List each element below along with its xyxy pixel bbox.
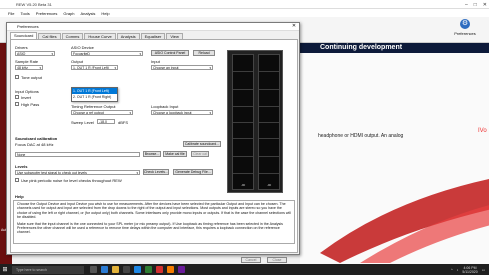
output-label: Output xyxy=(71,59,84,64)
make-cal-file-button[interactable]: Make cal file xyxy=(163,151,187,157)
sample-rate-select[interactable]: 48 kHz ▾ xyxy=(15,65,43,70)
dialog-titlebar: Preferences xyxy=(7,23,299,31)
menu-graph[interactable]: Graph xyxy=(63,11,74,16)
file-explorer-icon[interactable] xyxy=(112,266,119,273)
menu-preferences[interactable]: Preferences xyxy=(36,11,58,16)
clock-date: 5/11/2020 xyxy=(462,269,478,274)
app-titlebar: REW V5.20 Beta 31 – □ ✕ xyxy=(0,0,489,9)
invert-checkbox[interactable] xyxy=(15,95,19,99)
meter-left-value: -90 xyxy=(240,183,246,187)
cancel-button[interactable]: Cancel xyxy=(241,257,261,263)
background-browser: Continuing development headphone or HDMI… xyxy=(300,43,489,264)
menu-tools[interactable]: Tools xyxy=(20,11,29,16)
tab-soundcard[interactable]: Soundcard xyxy=(10,32,38,39)
wallpaper-swoosh xyxy=(320,178,489,263)
generate-debug-file-button[interactable]: Generate Debug File... xyxy=(173,169,213,175)
input-label: Input xyxy=(151,59,160,64)
help-text: Choose the Output Device and Input Devic… xyxy=(13,200,295,244)
soundcard-pane: Drivers ASIO ▾ ASIO Device FocusriteD ▾ AS… xyxy=(10,39,298,263)
high-pass-label: High Pass xyxy=(21,102,40,107)
background-text: headphone or HDMI output. An analog xyxy=(318,133,404,139)
output-select[interactable]: 1. OUT 1 R (Front Left) ▾ xyxy=(71,65,118,70)
output-dropdown-list: 1. OUT 1 R (Front Left) 2. OUT 1 R (Fron… xyxy=(71,87,118,102)
notification-icon[interactable]: ▭ xyxy=(482,268,485,272)
timing-ref-label: Timing Reference Output xyxy=(71,104,116,109)
window-controls: – □ ✕ xyxy=(465,0,487,9)
invert-label: Invert xyxy=(21,95,32,100)
help-paragraph-1: Choose the Output Device and Input Devic… xyxy=(17,202,291,220)
loopback-select[interactable]: Choose a loopback input ▾ xyxy=(151,110,213,115)
high-pass-checkbox[interactable] xyxy=(15,102,19,106)
asio-control-panel-button[interactable]: ASIO Control Panel xyxy=(151,50,189,56)
check-levels-button[interactable]: Check Levels... xyxy=(143,169,169,175)
sweep-level-unit: dBFS xyxy=(118,120,129,125)
preferences-toolbar-button[interactable]: ⚙ Preferences xyxy=(448,19,482,36)
meter-right-value: -90 xyxy=(266,183,272,187)
cal-file-field[interactable]: None xyxy=(15,152,140,157)
meter-right: -90 xyxy=(258,54,280,190)
drivers-select[interactable]: ASIO ▾ xyxy=(15,51,55,56)
menu-help[interactable]: Help xyxy=(101,11,109,16)
taskbar: ⊞ Type here to search ^ ♪ 4:06 PM 5/11/2… xyxy=(0,264,489,275)
store-icon[interactable] xyxy=(123,266,130,273)
help-paragraph-2: Make sure that the input channel is the … xyxy=(17,221,283,235)
app-icon[interactable] xyxy=(178,266,185,273)
banner-title: Continuing development xyxy=(300,43,489,53)
asio-device-label: ASIO Device xyxy=(71,45,94,50)
menu-bar: File Tools Preferences Graph Analysis He… xyxy=(0,9,489,17)
clock-time: 4:06 PM xyxy=(463,265,477,270)
preferences-dialog: Preferences ✕ Soundcard Cal files Comms … xyxy=(6,22,300,263)
tone-output-label: Tone output xyxy=(21,75,42,80)
help-heading: Help xyxy=(15,194,24,199)
volume-icon[interactable]: ♪ xyxy=(457,268,459,272)
soundcard-cal-heading: Soundcard calibration xyxy=(15,136,58,141)
level-meters: -90 -90 xyxy=(227,50,283,193)
close-icon[interactable]: ✕ xyxy=(483,2,487,8)
calibrate-soundcard-button[interactable]: Calibrate soundcard... xyxy=(183,141,221,147)
input-select[interactable]: Choose an input ▾ xyxy=(151,65,213,70)
task-view-icon[interactable] xyxy=(90,266,97,273)
minimize-icon[interactable]: – xyxy=(465,2,468,8)
sample-rate-label: Sample Rate xyxy=(15,59,39,64)
timing-ref-select[interactable]: Choose a ref output ▾ xyxy=(71,110,133,115)
asio-device-select[interactable]: FocusriteD ▾ xyxy=(71,51,143,56)
edge-icon[interactable] xyxy=(101,266,108,273)
dialog-close-icon[interactable]: ✕ xyxy=(291,23,297,29)
clock[interactable]: 4:06 PM 5/11/2020 xyxy=(462,266,477,274)
sweep-level-input[interactable]: -18.0 xyxy=(97,119,115,124)
taskbar-search[interactable]: Type here to search xyxy=(12,265,84,274)
sweep-level-label: Sweep Level xyxy=(71,120,94,125)
menu-analysis[interactable]: Analysis xyxy=(81,11,96,16)
pink-noise-label: Use pink periodic noise for level checks… xyxy=(21,178,122,183)
pink-noise-checkbox[interactable] xyxy=(15,178,19,182)
soundcard-cal-subtitle: Focus DAC at 48 kHz xyxy=(15,142,54,147)
levels-signal-select[interactable]: Use subwoofer test signal to check out l… xyxy=(15,170,140,175)
preferences-label: Preferences xyxy=(454,31,476,36)
rew-app-icon[interactable] xyxy=(156,266,163,273)
background-logo-text: IVo xyxy=(478,128,487,134)
app-title: REW V5.20 Beta 31 xyxy=(16,1,52,7)
output-option-2[interactable]: 2. OUT 1 R (Front Right) xyxy=(72,94,117,100)
meter-left: -90 xyxy=(232,54,254,190)
system-tray: ^ ♪ 4:06 PM 5/11/2020 ▭ xyxy=(451,264,485,275)
tone-output-checkbox[interactable] xyxy=(15,75,19,79)
mail-icon[interactable] xyxy=(134,266,141,273)
taskbar-icons xyxy=(90,266,185,273)
input-options-label: Input Options xyxy=(15,89,39,94)
menu-file[interactable]: File xyxy=(8,11,14,16)
windows-start-icon[interactable]: ⊞ xyxy=(0,264,10,275)
chevron-up-icon[interactable]: ^ xyxy=(451,268,453,272)
close-button[interactable]: Close xyxy=(267,257,287,263)
clear-cal-button[interactable]: Clear cal xyxy=(191,151,209,157)
maximize-icon[interactable]: □ xyxy=(474,2,477,8)
reload-button[interactable]: Reload xyxy=(193,50,215,56)
preferences-icon: ⚙ xyxy=(460,19,470,29)
loopback-label: Loopback Input xyxy=(151,104,179,109)
dialog-title: Preferences xyxy=(17,24,39,29)
drivers-label: Drivers xyxy=(15,45,28,50)
browse-button[interactable]: Browse... xyxy=(143,151,161,157)
excel-icon[interactable] xyxy=(145,266,152,273)
firefox-icon[interactable] xyxy=(167,266,174,273)
levels-heading: Levels xyxy=(15,164,28,169)
